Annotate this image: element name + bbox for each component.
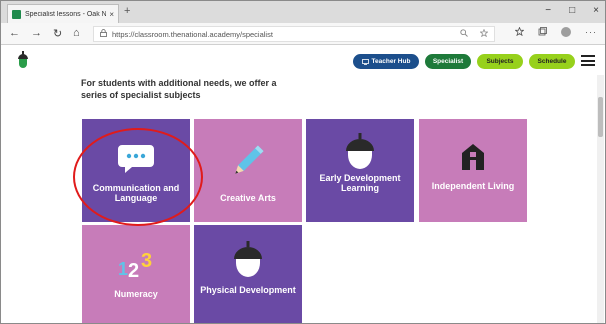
teacher-hub-label: Teacher Hub (371, 58, 411, 65)
favorites-icon[interactable] (514, 26, 525, 38)
forward-icon[interactable]: → (31, 27, 42, 39)
schedule-label: Schedule (537, 58, 567, 65)
teacher-hub-button[interactable]: Teacher Hub (353, 54, 419, 69)
subjects-button[interactable]: Subjects (477, 54, 523, 69)
page-scrollbar[interactable] (597, 75, 604, 323)
tile-label: Early Development Learning (319, 173, 401, 193)
browser-tab[interactable]: Specialist lessons - Oak National × (7, 4, 119, 23)
zoom-icon[interactable] (460, 29, 468, 39)
tile-creative-arts[interactable]: Creative Arts (194, 119, 302, 222)
refresh-icon[interactable]: ↻ (53, 27, 62, 40)
back-icon[interactable]: ← (9, 27, 20, 39)
window-controls: − □ × (545, 5, 599, 16)
scrollbar-thumb[interactable] (598, 97, 603, 137)
tile-numeracy[interactable]: 1 2 3 Numeracy (82, 225, 190, 323)
tile-label: Communication and Language (92, 183, 180, 203)
tile-early-development-learning[interactable]: Early Development Learning (306, 119, 414, 222)
acorn-icon (228, 239, 268, 279)
specialist-button[interactable]: Specialist (425, 54, 471, 69)
hamburger-menu-icon[interactable] (581, 55, 595, 66)
maximize-icon[interactable]: □ (569, 5, 575, 16)
collections-icon[interactable] (538, 27, 547, 38)
home-icon[interactable]: ⌂ (73, 27, 80, 39)
oak-acorn-logo-icon[interactable] (17, 51, 29, 69)
tab-strip: Specialist lessons - Oak National × + − … (1, 1, 605, 23)
speech-bubble-icon (116, 137, 156, 177)
intro-text: For students with additional needs, we o… (81, 78, 277, 100)
acorn-icon (340, 131, 380, 171)
svg-text:2: 2 (128, 260, 139, 282)
site-header: Teacher Hub Specialist Subjects Schedule (1, 45, 605, 75)
tab-close-icon[interactable]: × (109, 10, 114, 19)
svg-text:3: 3 (141, 250, 152, 272)
browser-toolbar: ← → ↻ ⌂ https://classroom.thenational.ac… (1, 23, 605, 45)
profile-avatar-icon[interactable] (561, 27, 571, 37)
svg-text:1: 1 (118, 259, 128, 279)
new-tab-icon[interactable]: + (124, 5, 130, 17)
address-bar-actions (460, 28, 489, 39)
tile-label: Numeracy (114, 289, 158, 299)
oak-favicon-icon (12, 9, 21, 19)
more-options-icon[interactable]: ··· (585, 27, 597, 38)
minimize-icon[interactable]: − (545, 5, 551, 16)
tile-label: Independent Living (431, 181, 515, 191)
teacher-hub-icon (361, 58, 369, 65)
tab-title: Specialist lessons - Oak National (25, 10, 107, 18)
address-bar[interactable]: https://classroom.thenational.academy/sp… (93, 26, 495, 42)
numbers-123-icon: 1 2 3 (116, 243, 156, 283)
tile-independent-living[interactable]: Independent Living (419, 119, 527, 222)
close-window-icon[interactable]: × (593, 5, 599, 16)
tile-label: Physical Development (200, 285, 296, 295)
subjects-label: Subjects (486, 58, 514, 65)
house-icon (453, 137, 493, 177)
tile-communication-and-language[interactable]: Communication and Language (82, 119, 190, 222)
schedule-button[interactable]: Schedule (529, 54, 575, 69)
url-text: https://classroom.thenational.academy/sp… (112, 29, 273, 39)
browser-window: Specialist lessons - Oak National × + − … (0, 0, 606, 324)
specialist-label: Specialist (432, 58, 464, 65)
pencil-icon (228, 141, 268, 181)
tile-label: Creative Arts (220, 193, 276, 203)
toolbar-actions: ··· (514, 26, 597, 38)
favorite-star-icon[interactable] (479, 28, 489, 39)
lock-icon (100, 29, 107, 39)
tile-physical-development[interactable]: Physical Development (194, 225, 302, 323)
